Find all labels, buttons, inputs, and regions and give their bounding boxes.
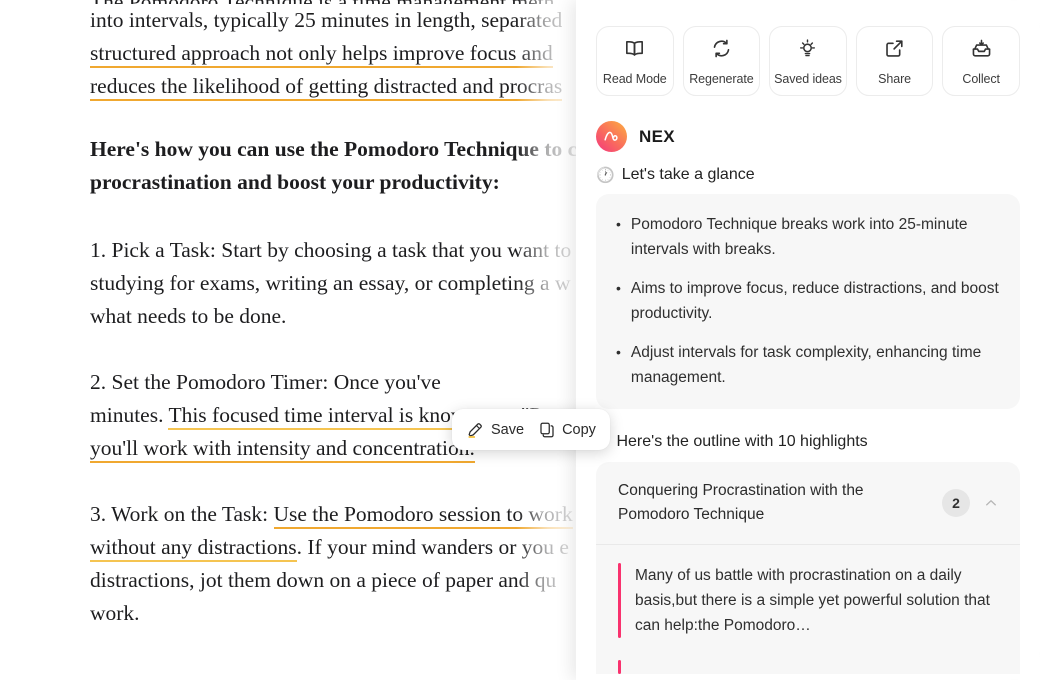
highlight-accent-bar [618,660,621,674]
glance-heading-text: Let's take a glance [621,166,755,183]
read-mode-button[interactable]: Read Mode [596,26,674,96]
tool-label: Collect [962,71,1000,86]
highlighted-text[interactable]: reduces the likelihood of getting distra… [90,74,563,101]
document-paragraph: structured approach not only helps impro… [90,37,586,70]
list-item-text: Adjust intervals for task complexity, en… [630,344,982,386]
document-content[interactable]: The Pomodoro Technique is a time managem… [90,0,586,660]
paragraph-text: studying for exams, writing an essay, or… [90,271,571,295]
paragraph-text: Here's how you can use the Pomodoro Tech… [90,137,586,161]
document-paragraph: 3. Work on the Task: Use the Pomodoro se… [90,498,586,531]
regenerate-button[interactable]: Regenerate [682,26,761,96]
paragraph-text: 2. Set the Pomodoro Timer: Once you've [90,370,441,394]
book-open-icon [623,37,646,65]
copy-label: Copy [562,421,596,438]
list-item-text: Pomodoro Technique breaks work into 25-m… [630,216,968,258]
tool-label: Regenerate [689,71,754,86]
tool-label: Share [878,71,911,86]
highlighted-text[interactable]: structured approach not only helps impro… [90,41,553,68]
highlighted-text[interactable]: you'll work with intensity and concentra… [90,436,475,463]
share-external-icon [883,37,906,65]
outline-section-title: Conquering Procrastination with the Pomo… [618,482,864,523]
save-highlight-button[interactable]: Save [466,420,524,439]
document-paragraph: into intervals, typically 25 minutes in … [90,4,586,37]
highlighted-text[interactable]: Use the Pomodoro session to work [273,502,573,529]
paragraph-text: . If your mind wanders or you e [296,535,569,559]
highlight-item[interactable]: Many of us battle with procrastination o… [596,545,1020,656]
assistant-name: NEX [639,126,675,146]
refresh-icon [710,37,733,65]
outline-heading-text: Here's the outline with 10 highlights [616,433,868,450]
copy-button[interactable]: Copy [538,421,596,439]
highlight-accent-bar [618,563,621,638]
bullet-icon: • [616,344,621,360]
saved-ideas-button[interactable]: Saved ideas [769,26,847,96]
clock-icon: 🕐 [596,166,615,184]
highlight-item[interactable] [596,656,1020,674]
ai-assistant-panel: Read Mode Regenerate Saved ideas Share C… [576,0,1040,680]
tool-label: Read Mode [602,71,667,86]
paragraph-text: 3. Work on the Task: [90,502,274,526]
document-pane: The Pomodoro Technique is a time managem… [0,0,586,680]
glance-card: • Pomodoro Technique breaks work into 25… [596,194,1020,409]
list-item: • Aims to improve focus, reduce distract… [616,276,1000,326]
paragraph-text: work. [90,601,140,625]
ai-toolbar: Read Mode Regenerate Saved ideas Share C… [576,0,1040,96]
outline-card: Conquering Procrastination with the Pomo… [596,462,1020,674]
list-item-text: Aims to improve focus, reduce distractio… [630,280,999,322]
document-paragraph: 2. Set the Pomodoro Timer: Once you've [90,366,586,399]
outline-heading: ⚙ Here's the outline with 10 highlights [576,409,1040,462]
list-item: • Adjust intervals for task complexity, … [616,340,1000,390]
document-paragraph: without any distractions. If your mind w… [90,531,586,564]
nex-logo-icon [596,121,627,152]
app-window: The Pomodoro Technique is a time managem… [0,0,1040,680]
selection-toolbar: Save Copy [452,409,610,450]
paragraph-text: procrastination and boost your productiv… [90,170,500,194]
paragraph-text: what needs to be done. [90,304,287,328]
document-paragraph: distractions, jot them down on a piece o… [90,564,586,597]
document-paragraph: Here's how you can use the Pomodoro Tech… [90,133,586,166]
highlighter-pen-icon [466,420,485,439]
document-paragraph: reduces the likelihood of getting distra… [90,70,586,103]
lightbulb-icon [796,37,819,65]
paragraph-text: distractions, jot them down on a piece o… [90,568,557,592]
document-paragraph: 1. Pick a Task: Start by choosing a task… [90,234,586,267]
bullet-icon: • [616,280,621,296]
highlight-count-badge: 2 [942,489,970,517]
tool-label: Saved ideas [774,71,842,86]
highlight-text: Many of us battle with procrastination o… [635,567,990,634]
list-item: • Pomodoro Technique breaks work into 25… [616,212,1000,262]
chevron-up-icon[interactable] [980,495,1002,511]
document-paragraph: what needs to be done. [90,300,586,333]
document-paragraph: studying for exams, writing an essay, or… [90,267,586,300]
glance-heading: 🕐 Let's take a glance [576,152,1040,194]
highlighted-text[interactable]: without any distractions [90,535,297,562]
paragraph-text: into intervals, typically 25 minutes in … [90,8,563,32]
collect-button[interactable]: Collect [942,26,1020,96]
share-button[interactable]: Share [855,26,934,96]
paragraph-text: 1. Pick a Task: Start by choosing a task… [90,238,572,262]
outline-section-header[interactable]: Conquering Procrastination with the Pomo… [596,462,1020,544]
document-paragraph: procrastination and boost your productiv… [90,166,586,199]
copy-icon [538,421,556,439]
save-label: Save [491,421,525,438]
paragraph-text: minutes. [90,403,169,427]
assistant-identity: NEX [576,96,1040,152]
document-paragraph: work. [90,597,586,630]
bullet-icon: • [616,216,621,232]
inbox-download-icon [970,37,993,65]
